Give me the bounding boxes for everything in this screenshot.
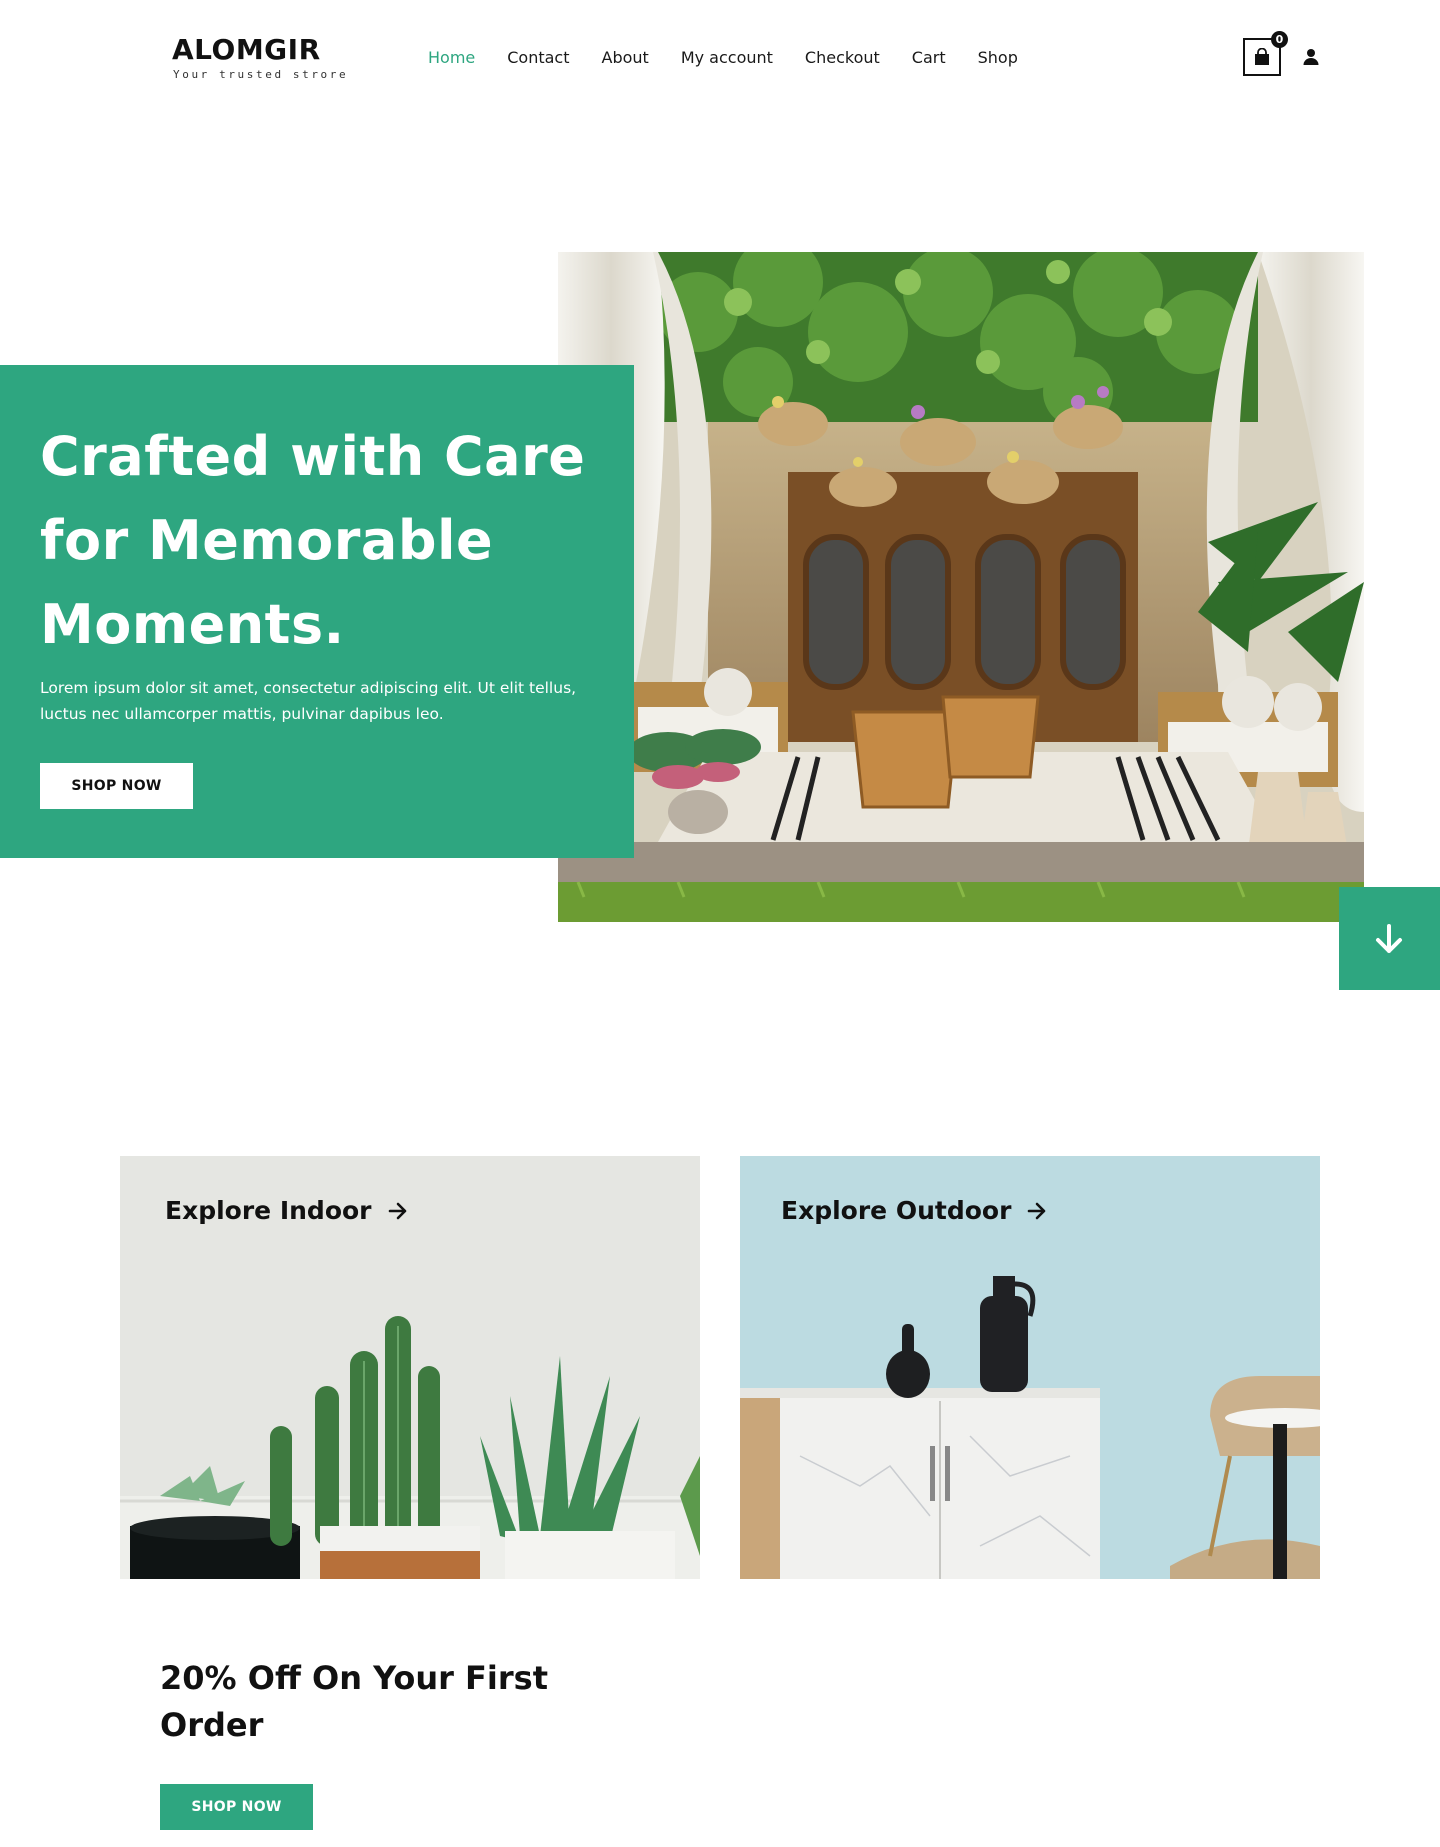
nav-my-account[interactable]: My account — [681, 48, 773, 68]
arrow-right-icon — [388, 1202, 406, 1219]
explore-indoor-label: Explore Indoor — [165, 1196, 372, 1225]
explore-outdoor-card[interactable]: Explore Outdoor — [740, 1156, 1320, 1579]
cart-count-badge: 0 — [1271, 31, 1288, 48]
hero-description: Lorem ipsum dolor sit amet, consectetur … — [40, 679, 577, 723]
promo-shop-now-button[interactable]: SHOP NOW — [160, 1784, 313, 1830]
user-icon[interactable] — [1302, 48, 1320, 66]
logo-tagline: Your trusted strore — [173, 68, 349, 81]
explore-indoor-link[interactable]: Explore Indoor — [165, 1196, 408, 1225]
hero-title: Crafted with Care for Memorable Moments. — [40, 425, 586, 656]
hero-shop-now-button[interactable]: SHOP NOW — [40, 763, 193, 809]
nav-contact[interactable]: Contact — [507, 48, 569, 68]
scroll-down-button[interactable] — [1339, 887, 1440, 990]
arrow-down-icon — [1376, 924, 1402, 953]
logo-name: ALOMGIR — [172, 33, 321, 66]
main-nav: Home Contact About My account Checkout C… — [428, 48, 1050, 68]
nav-home[interactable]: Home — [428, 48, 475, 68]
nav-cart[interactable]: Cart — [912, 48, 946, 68]
nav-checkout[interactable]: Checkout — [805, 48, 880, 68]
logo[interactable]: ALOMGIR Your trusted strore — [172, 33, 349, 82]
arrow-right-icon — [1028, 1202, 1046, 1219]
nav-about[interactable]: About — [602, 48, 649, 68]
explore-indoor-card[interactable]: Explore Indoor — [120, 1156, 700, 1579]
cart-button[interactable]: 0 — [1243, 31, 1288, 76]
shopping-bag-icon — [1255, 48, 1269, 65]
promo-title: 20% Off On Your First Order — [160, 1659, 548, 1744]
hero-panel: Crafted with Care for Memorable Moments.… — [0, 365, 634, 858]
explore-outdoor-label: Explore Outdoor — [781, 1196, 1012, 1225]
hero-image — [558, 252, 1364, 922]
explore-outdoor-link[interactable]: Explore Outdoor — [781, 1196, 1047, 1225]
nav-shop[interactable]: Shop — [978, 48, 1018, 68]
